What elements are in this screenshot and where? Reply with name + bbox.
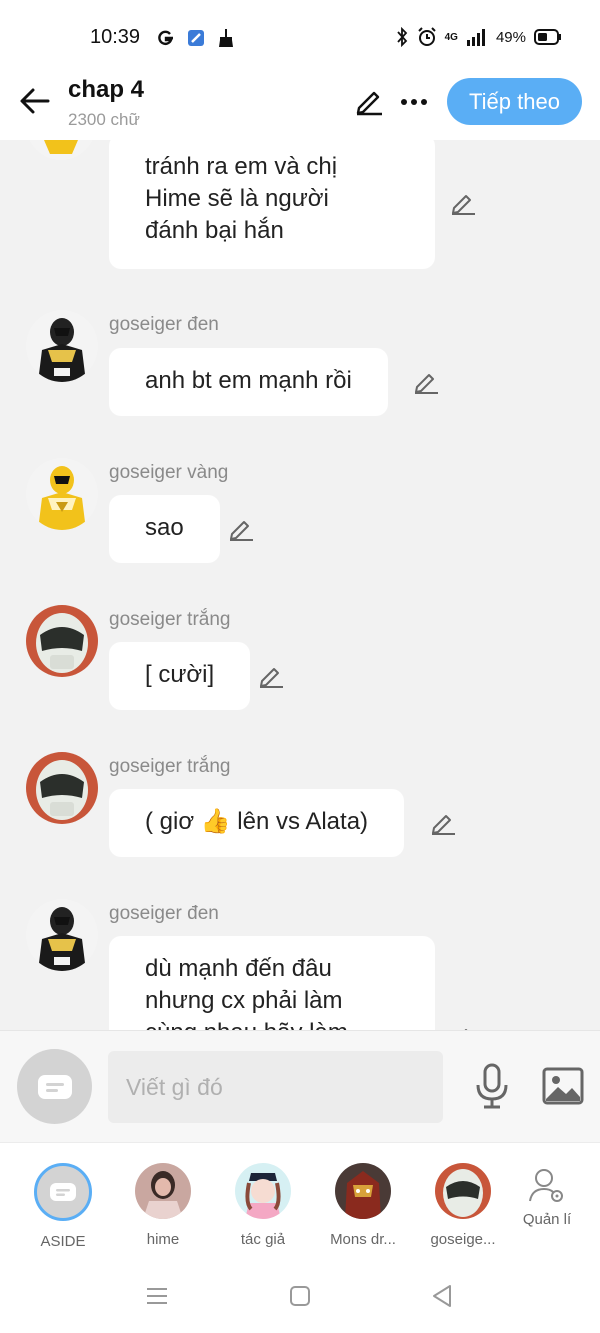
composer-bar — [0, 1030, 600, 1142]
more-options-icon[interactable] — [400, 98, 428, 106]
sender-name: goseiger trắng — [109, 609, 231, 630]
character-goseiger[interactable]: goseige... — [418, 1163, 508, 1248]
character-hime[interactable]: hime — [118, 1163, 208, 1248]
sender-name: goseiger vàng — [109, 462, 229, 483]
message-bubble[interactable]: anh bt em mạnh rồi — [109, 348, 388, 416]
message-bubble[interactable]: [ cười] — [109, 642, 251, 710]
battery-percent: 49% — [495, 28, 526, 46]
character-aside[interactable]: ASIDE — [18, 1163, 108, 1250]
back-arrow-icon[interactable] — [18, 84, 52, 118]
shield-app-icon — [188, 30, 204, 46]
network-type: 4G — [444, 31, 458, 43]
bluetooth-icon — [396, 27, 407, 47]
status-bar: 10:39 4G 49% — [0, 0, 600, 70]
status-time: 10:39 — [90, 26, 141, 48]
google-icon — [158, 30, 173, 46]
character-author[interactable]: tác giả — [218, 1163, 308, 1248]
avatar — [235, 1163, 291, 1219]
back-nav-icon[interactable] — [430, 1284, 454, 1308]
avatar — [135, 1163, 191, 1219]
chat-list[interactable]: tránh ra em và chị Hime sẽ là người đánh… — [0, 140, 600, 1030]
signal-icon — [466, 29, 485, 46]
menu-icon[interactable] — [145, 1284, 169, 1308]
sender-name: goseiger trắng — [109, 756, 231, 777]
word-count: 2300 chữ — [68, 110, 140, 129]
aside-toggle-button[interactable] — [17, 1049, 92, 1124]
broom-icon — [219, 29, 233, 47]
manage-button[interactable]: Quản lí — [502, 1167, 592, 1228]
alarm-icon — [417, 27, 436, 46]
edit-message-icon[interactable] — [228, 516, 254, 542]
avatar-yellow-ranger[interactable] — [26, 458, 98, 530]
image-upload-icon[interactable] — [542, 1067, 584, 1105]
battery-icon — [534, 29, 561, 45]
avatar-white-ranger[interactable] — [26, 752, 98, 824]
character-mons[interactable]: Mons dr... — [318, 1163, 408, 1248]
edit-message-icon[interactable] — [258, 663, 284, 689]
chapter-title: chap 4 — [68, 76, 145, 103]
system-nav-bar — [0, 1262, 600, 1333]
sender-name: goseiger đen — [109, 903, 219, 924]
chapter-header: chap 4 2300 chữ Tiếp theo — [0, 70, 600, 140]
message-bubble[interactable]: tránh ra em và chị Hime sẽ là người đánh… — [109, 140, 435, 269]
avatar — [435, 1163, 491, 1219]
message-input[interactable] — [108, 1051, 443, 1123]
avatar-black-ranger[interactable] — [26, 899, 98, 971]
edit-message-icon[interactable] — [413, 369, 439, 395]
user-settings-icon — [529, 1169, 563, 1202]
edit-pen-icon[interactable] — [354, 86, 384, 116]
sender-name: goseiger đen — [109, 314, 219, 335]
avatar — [335, 1163, 391, 1219]
message-bubble[interactable]: sao — [109, 495, 220, 563]
next-chapter-button[interactable]: Tiếp theo — [447, 78, 582, 125]
avatar-white-ranger[interactable] — [26, 605, 98, 677]
microphone-icon[interactable] — [474, 1063, 510, 1109]
message-bubble[interactable]: ( giơ 👍 lên vs Alata) — [109, 789, 405, 857]
chat-bubble-icon — [50, 1183, 76, 1201]
avatar-black-ranger[interactable] — [26, 310, 98, 382]
home-icon[interactable] — [288, 1284, 312, 1308]
character-bar: ASIDE hime tác giả Mons dr... goseige...… — [0, 1142, 600, 1262]
chat-bubble-icon — [37, 1074, 72, 1099]
edit-message-icon[interactable] — [430, 810, 456, 836]
aside-avatar — [34, 1163, 92, 1221]
message-bubble[interactable]: dù mạnh đến đâu nhưng cx phải làm cùng n… — [109, 936, 435, 1030]
avatar-yellow-ranger[interactable] — [26, 140, 96, 160]
edit-message-icon[interactable] — [450, 190, 476, 216]
